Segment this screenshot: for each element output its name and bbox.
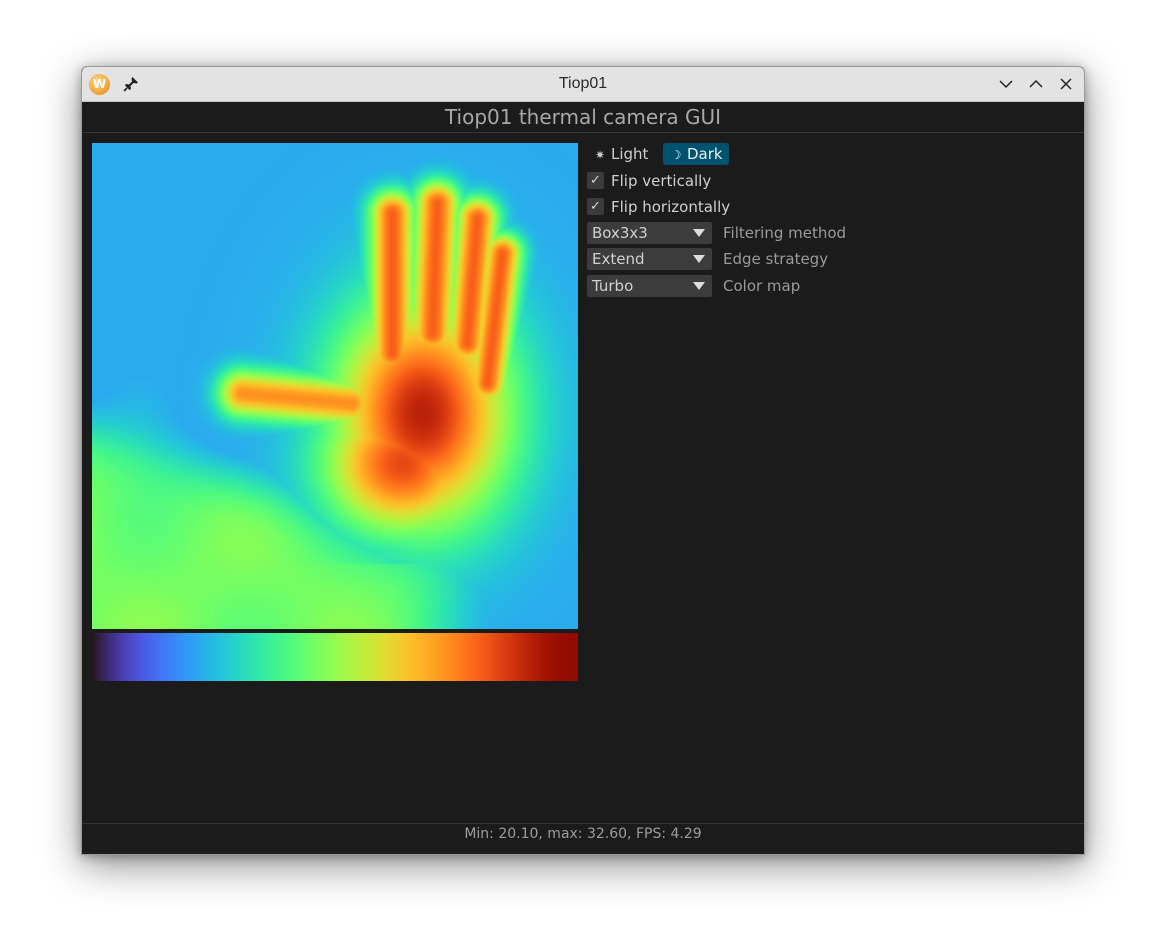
checkmark-icon[interactable]: ✓	[587, 198, 604, 215]
filtering-method-value: Box3x3	[592, 224, 648, 242]
color-map-label: Color map	[723, 277, 801, 295]
app-window: W Tiop01 Tiop01 thermal camera GUI ✷ Ligh…	[81, 66, 1085, 855]
status-separator	[82, 823, 1084, 824]
edge-strategy-label: Edge strategy	[723, 250, 829, 268]
minimize-icon[interactable]	[996, 74, 1016, 94]
filtering-method-dropdown[interactable]: Box3x3	[587, 222, 712, 244]
dropdown-arrow-icon	[693, 255, 705, 263]
theme-light-button[interactable]: ✷ Light	[587, 143, 654, 165]
color-map-dropdown[interactable]: Turbo	[587, 275, 712, 297]
dropdown-arrow-icon	[693, 282, 705, 290]
theme-dark-button[interactable]: ☽ Dark	[663, 143, 729, 165]
theme-light-label: Light	[611, 145, 649, 163]
dropdown-arrow-icon	[693, 229, 705, 237]
colormap-legend	[92, 633, 578, 681]
filtering-method-label: Filtering method	[723, 224, 847, 242]
sun-icon: ✷	[594, 148, 606, 162]
heading-separator	[82, 132, 1084, 133]
app-heading: Tiop01 thermal camera GUI	[444, 105, 722, 129]
edge-strategy-value: Extend	[592, 250, 645, 268]
flip-vertical-label: Flip vertically	[611, 172, 712, 190]
flip-horizontal-label: Flip horizontally	[611, 198, 731, 216]
theme-dark-label: Dark	[687, 145, 723, 163]
moon-icon: ☽	[670, 148, 682, 162]
close-icon[interactable]	[1056, 74, 1076, 94]
thermal-image	[92, 143, 578, 629]
edge-strategy-dropdown[interactable]: Extend	[587, 248, 712, 270]
checkmark-icon[interactable]: ✓	[587, 172, 604, 189]
maximize-icon[interactable]	[1026, 74, 1046, 94]
title-bar[interactable]: W Tiop01	[82, 67, 1084, 102]
status-bar: Min: 20.10, max: 32.60, FPS: 4.29	[464, 826, 702, 842]
window-title: Tiop01	[558, 75, 608, 92]
color-map-value: Turbo	[592, 277, 634, 295]
